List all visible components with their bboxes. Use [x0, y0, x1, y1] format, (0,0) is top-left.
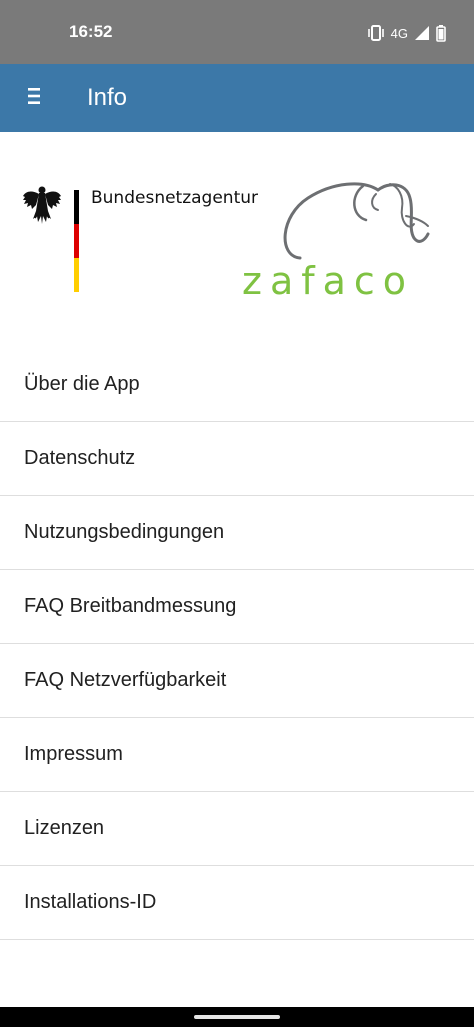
menu-item-label: Impressum	[24, 743, 123, 765]
bundesnetzagentur-label: Bundesnetzagentur	[91, 188, 259, 208]
menu-button[interactable]	[14, 78, 54, 118]
home-indicator[interactable]	[194, 1015, 280, 1019]
bundesnetzagentur-logo: Bundesnetzagentur	[22, 184, 258, 294]
vibrate-icon	[367, 25, 385, 41]
status-icons: 4G	[367, 22, 446, 44]
menu-item-label: Lizenzen	[24, 817, 105, 839]
eagle-icon	[22, 184, 62, 231]
menu-item-label: Datenschutz	[24, 447, 136, 469]
german-flag-bar	[74, 190, 79, 292]
zafaco-wordmark: zafaco	[242, 259, 415, 303]
info-menu-list: Über die App Datenschutz Nutzungsbedingu…	[0, 348, 474, 940]
elephant-icon	[238, 176, 450, 271]
menu-item-ueber-die-app[interactable]: Über die App	[0, 348, 474, 422]
menu-item-label: FAQ Netzverfügbarkeit	[24, 669, 227, 691]
zafaco-logo: zafaco	[238, 176, 450, 306]
hamburger-menu-icon	[27, 87, 41, 110]
status-bar: 16:52 4G	[0, 0, 474, 64]
menu-item-impressum[interactable]: Impressum	[0, 718, 474, 792]
menu-item-faq-netzverfuegbarkeit[interactable]: FAQ Netzverfügbarkeit	[0, 644, 474, 718]
status-time: 16:52	[69, 22, 113, 41]
menu-item-label: FAQ Breitbandmessung	[24, 595, 237, 617]
menu-item-datenschutz[interactable]: Datenschutz	[0, 422, 474, 496]
app-bar: Info	[0, 64, 474, 132]
menu-item-label: Über die App	[24, 373, 140, 395]
system-navigation-bar	[0, 1007, 474, 1027]
menu-item-installations-id[interactable]: Installations-ID	[0, 866, 474, 940]
signal-icon	[414, 25, 430, 41]
menu-item-lizenzen[interactable]: Lizenzen	[0, 792, 474, 866]
network-type: 4G	[390, 25, 408, 41]
menu-item-faq-breitbandmessung[interactable]: FAQ Breitbandmessung	[0, 570, 474, 644]
menu-item-label: Nutzungsbedingungen	[24, 521, 225, 543]
menu-item-nutzungsbedingungen[interactable]: Nutzungsbedingungen	[0, 496, 474, 570]
battery-icon	[436, 24, 446, 42]
menu-item-label: Installations-ID	[24, 891, 157, 913]
logos-area: Bundesnetzagentur zafaco	[0, 132, 474, 342]
page-title: Info	[87, 84, 128, 111]
